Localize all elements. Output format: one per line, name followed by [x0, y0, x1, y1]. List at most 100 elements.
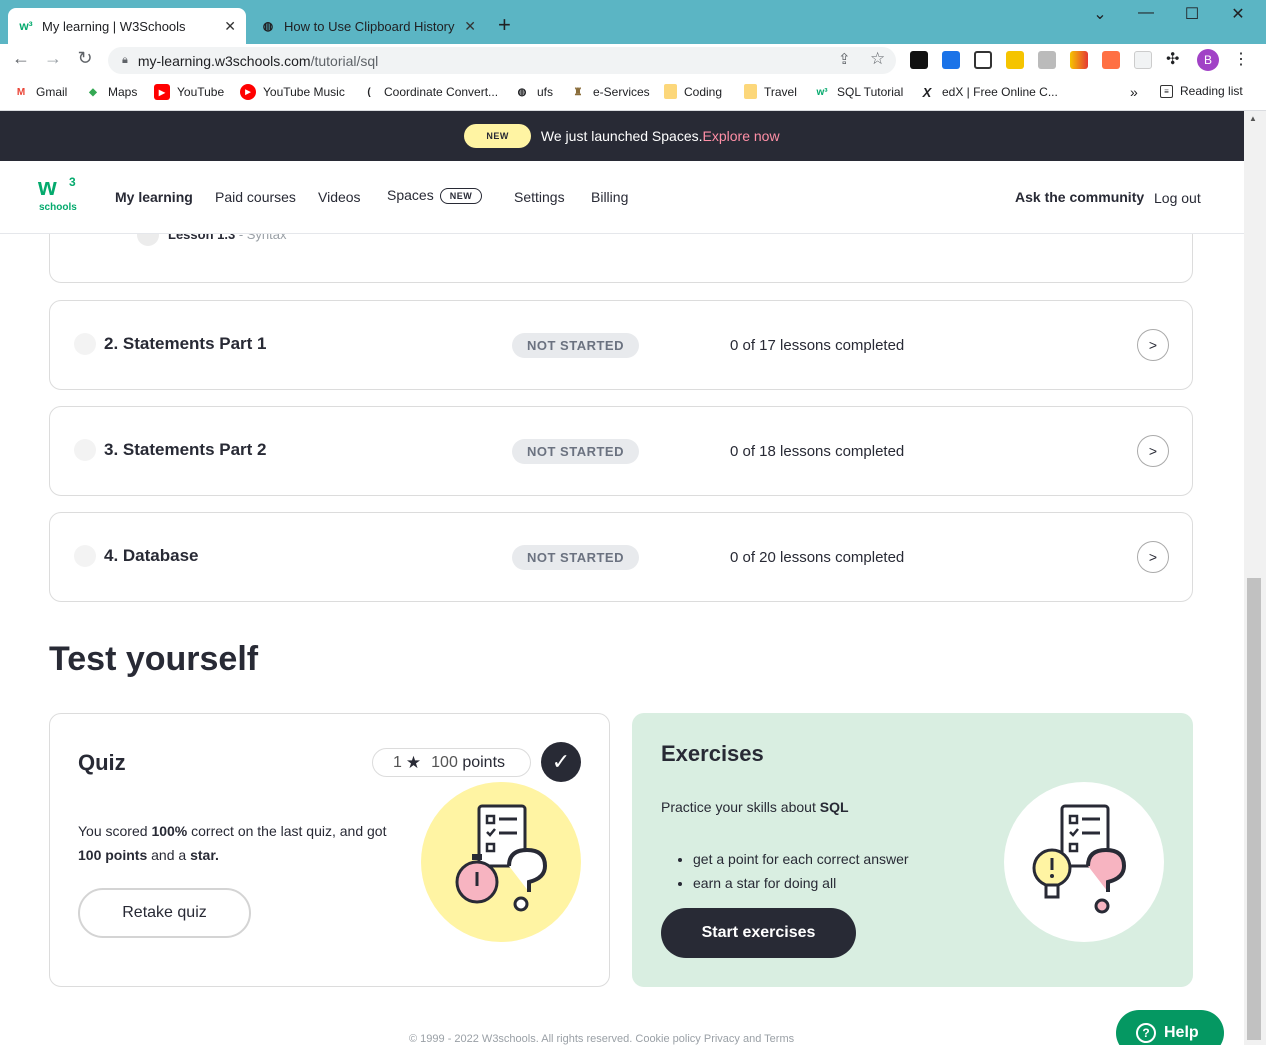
- bookmark-label: Coding: [684, 84, 723, 99]
- ask-community-link[interactable]: Ask the community: [1015, 189, 1144, 205]
- bookmark-ufs[interactable]: ◍ ufs: [514, 84, 553, 100]
- exercises-illustration: [1004, 782, 1164, 942]
- tab-close-icon[interactable]: ✕: [464, 18, 476, 35]
- chevron-right-icon[interactable]: >: [1137, 329, 1169, 361]
- exercises-title: Exercises: [661, 741, 764, 766]
- result-percent: 100%: [151, 823, 188, 839]
- extensions-puzzle-icon[interactable]: ✣: [1166, 49, 1179, 69]
- bookmark-label: SQL Tutorial: [837, 85, 904, 99]
- url-host: my-learning.w3schools.com: [137, 52, 311, 69]
- retake-quiz-button[interactable]: Retake quiz: [78, 888, 251, 938]
- extension-4-icon[interactable]: [1006, 51, 1024, 69]
- tab-my-learning[interactable]: w³ My learning | W3Schools ✕: [8, 8, 246, 44]
- more-bookmarks-chevron-icon[interactable]: »: [1130, 84, 1138, 100]
- points-word: points: [462, 753, 506, 771]
- bookmark-e-services[interactable]: ♜ e-Services: [570, 84, 650, 100]
- bookmark-youtube[interactable]: ▶ YouTube: [154, 84, 224, 100]
- nav-spaces-label: Spaces: [387, 187, 434, 203]
- result-points: 100 points: [78, 847, 148, 863]
- explore-now-link[interactable]: Explore now: [703, 128, 780, 144]
- new-tab-icon[interactable]: +: [498, 12, 511, 38]
- completed-check-icon: ✓: [541, 742, 581, 782]
- start-exercises-button[interactable]: Start exercises: [661, 908, 856, 958]
- extension-6-icon[interactable]: [1070, 51, 1088, 69]
- nav-settings[interactable]: Settings: [514, 189, 565, 205]
- scrollbar-thumb[interactable]: [1247, 578, 1261, 1040]
- lesson-row[interactable]: Lesson 1.3 - Syntax: [168, 234, 287, 242]
- new-pill: NEW: [464, 124, 531, 148]
- bookmark-edx[interactable]: XedX | Free Online C...: [919, 84, 1058, 100]
- exercises-bullets: get a point for each correct answer earn…: [693, 847, 909, 895]
- exercises-description: Practice your skills about SQL: [661, 799, 849, 815]
- nav-spaces[interactable]: Spaces NEW: [387, 187, 483, 204]
- list-item: get a point for each correct answer: [693, 847, 909, 871]
- reading-list[interactable]: ≡ Reading list: [1160, 84, 1243, 98]
- minimize-icon[interactable]: —: [1123, 4, 1169, 22]
- extension-1-icon[interactable]: [910, 51, 928, 69]
- scroll-up-icon[interactable]: ▲: [1249, 114, 1257, 123]
- star-count: 1: [393, 753, 402, 771]
- back-icon[interactable]: ←: [9, 48, 33, 69]
- url-path: /tutorial/sql: [310, 52, 379, 69]
- gmail-icon: M: [16, 86, 26, 98]
- chevron-right-icon[interactable]: >: [1137, 541, 1169, 573]
- bookmark-label: edX | Free Online C...: [942, 85, 1058, 99]
- bookmark-youtube-music[interactable]: ▶ YouTube Music: [240, 84, 345, 100]
- bookmark-folder-coding[interactable]: Coding: [664, 84, 722, 99]
- module-progress: 0 of 18 lessons completed: [730, 443, 905, 460]
- tab-clipboard-history[interactable]: ◍ How to Use Clipboard History on ✕: [250, 8, 486, 44]
- forward-icon[interactable]: →: [41, 48, 65, 69]
- star-icon: ★: [405, 752, 422, 772]
- quiz-illustration: [421, 782, 581, 942]
- bookmark-coordinate-converter[interactable]: (Coordinate Convert...: [361, 84, 498, 100]
- help-button[interactable]: ? Help: [1116, 1010, 1224, 1045]
- module-title: 2. Statements Part 1: [104, 334, 267, 353]
- profile-avatar[interactable]: B: [1197, 49, 1219, 71]
- bookmark-gmail[interactable]: M Gmail: [13, 84, 68, 100]
- log-out-link[interactable]: Log out: [1154, 190, 1201, 206]
- nav-paid-courses[interactable]: Paid courses: [215, 189, 296, 205]
- close-window-icon[interactable]: ✕: [1215, 4, 1261, 24]
- reload-icon[interactable]: ↻: [73, 48, 97, 69]
- lock-icon: 🔒︎: [122, 54, 128, 66]
- extension-8-icon[interactable]: [1134, 51, 1152, 69]
- module-status-dot: [74, 439, 96, 461]
- w3schools-logo[interactable]: w 3 schools: [38, 175, 80, 216]
- chevron-right-icon[interactable]: >: [1137, 435, 1169, 467]
- youtube-icon: ▶: [154, 84, 170, 100]
- extension-5-icon[interactable]: [1038, 51, 1056, 69]
- bookmark-maps[interactable]: ◆ Maps: [85, 84, 137, 100]
- nav-videos[interactable]: Videos: [318, 189, 361, 205]
- quiz-title: Quiz: [78, 750, 126, 775]
- extension-2-icon[interactable]: [942, 51, 960, 69]
- nav-billing[interactable]: Billing: [591, 189, 628, 205]
- menu-kebab-icon[interactable]: ⋮: [1233, 49, 1249, 69]
- module-progress: 0 of 17 lessons completed: [730, 337, 905, 354]
- share-icon[interactable]: ⇪: [838, 50, 851, 68]
- footer-text: © 1999 - 2022 W3schools. All rights rese…: [409, 1033, 795, 1045]
- tab-search-chevron-icon[interactable]: ⌄: [1077, 4, 1123, 24]
- module-card[interactable]: 3. Statements Part 2 NOT STARTED 0 of 18…: [49, 406, 1193, 496]
- extension-7-icon[interactable]: [1102, 51, 1120, 69]
- bookmark-label: e-Services: [593, 85, 650, 99]
- nav-my-learning[interactable]: My learning: [115, 189, 193, 205]
- address-bar[interactable]: 🔒︎ my-learning.w3schools.com/tutorial/sq…: [108, 47, 896, 74]
- quiz-clipboard-icon: [455, 804, 548, 912]
- maximize-icon[interactable]: ☐: [1169, 4, 1215, 24]
- bookmark-label: YouTube: [177, 85, 225, 99]
- points-number: 100: [431, 753, 458, 771]
- bookmark-star-icon[interactable]: ☆: [870, 49, 885, 69]
- module-card[interactable]: 4. Database NOT STARTED 0 of 20 lessons …: [49, 512, 1193, 602]
- bookmark-label: Gmail: [36, 85, 68, 99]
- bookmark-label: Maps: [108, 85, 138, 99]
- w3schools-favicon-icon: w³: [19, 19, 33, 33]
- question-icon: ?: [1136, 1023, 1156, 1043]
- bookmark-folder-travel[interactable]: Travel: [744, 84, 797, 99]
- tab-close-icon[interactable]: ✕: [224, 18, 236, 35]
- bookmark-sql-tutorial[interactable]: w³ SQL Tutorial: [814, 84, 903, 100]
- reading-list-icon: ≡: [1160, 84, 1173, 98]
- module-card[interactable]: 2. Statements Part 1 NOT STARTED 0 of 17…: [49, 300, 1193, 390]
- module-progress: 0 of 20 lessons completed: [730, 549, 905, 566]
- extension-3-icon[interactable]: [974, 51, 992, 69]
- module-status-dot: [74, 333, 96, 355]
